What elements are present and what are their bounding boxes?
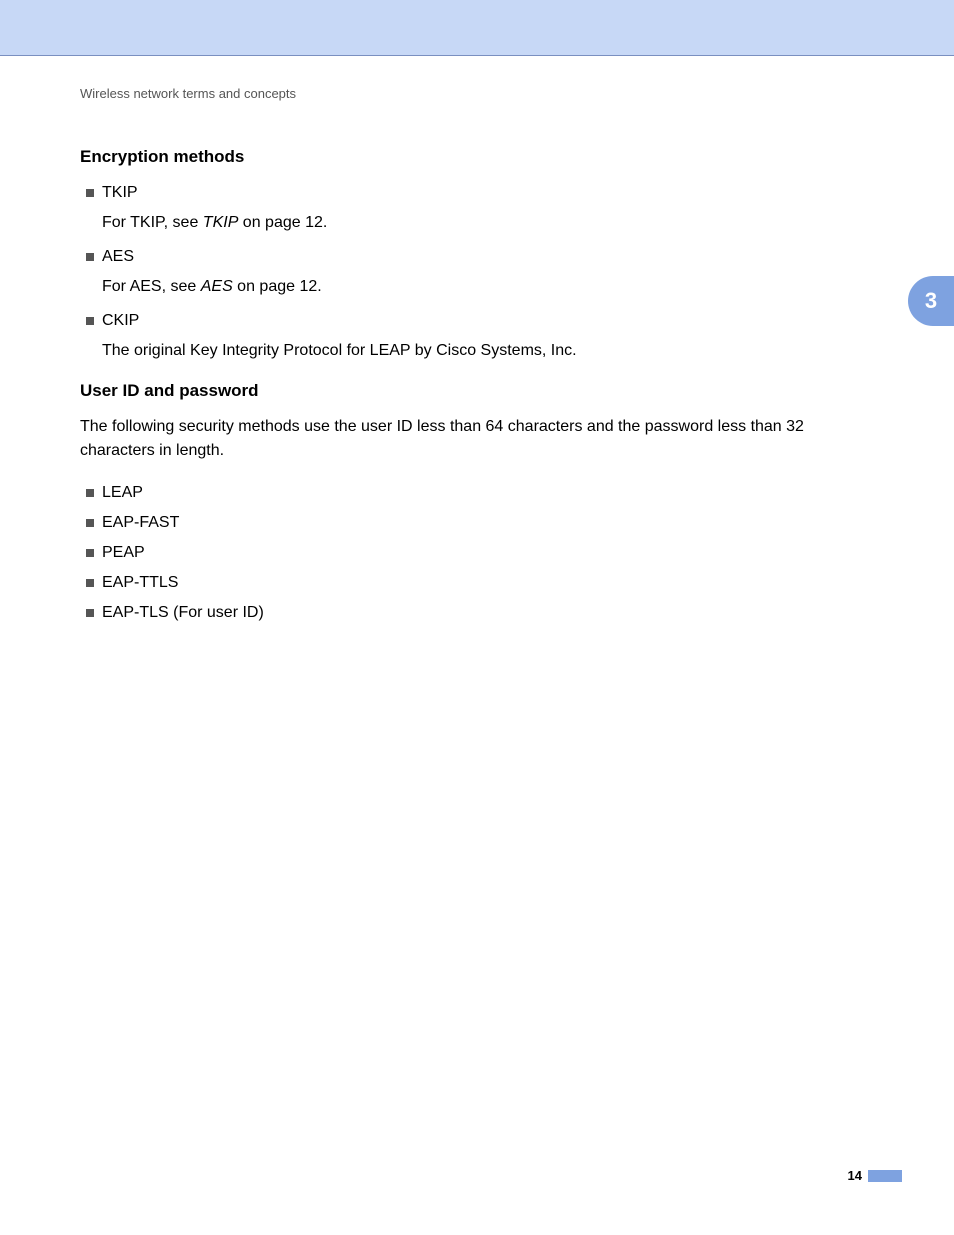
page-body: Wireless network terms and concepts Encr… — [0, 56, 954, 625]
bullet-icon — [86, 549, 94, 557]
item-peap: PEAP — [102, 541, 874, 565]
item-eapttls: EAP-TTLS — [102, 571, 874, 595]
bullet-icon — [86, 489, 94, 497]
item-aes-desc: For AES, see AES on page 12. — [102, 275, 874, 299]
bullet-icon — [86, 253, 94, 261]
item-ckip-desc: The original Key Integrity Protocol for … — [102, 339, 874, 363]
footer-accent-icon — [868, 1170, 902, 1182]
text: on page 12. — [233, 278, 322, 295]
text: For AES, see — [102, 278, 201, 295]
list-item: PEAP — [80, 541, 874, 565]
list-item: CKIP The original Key Integrity Protocol… — [80, 309, 874, 363]
list-item: EAP-TLS (For user ID) — [80, 601, 874, 625]
item-eaptls: EAP-TLS (For user ID) — [102, 601, 874, 625]
userid-intro: The following security methods use the u… — [80, 415, 874, 463]
list-item: AES For AES, see AES on page 12. — [80, 245, 874, 299]
bullet-icon — [86, 609, 94, 617]
link-aes[interactable]: AES — [201, 278, 233, 295]
item-leap: LEAP — [102, 481, 874, 505]
item-ckip: CKIP — [102, 309, 874, 333]
running-header: Wireless network terms and concepts — [80, 86, 874, 101]
footer: 14 — [848, 1168, 902, 1183]
item-tkip: TKIP — [102, 181, 874, 205]
heading-userid-password: User ID and password — [80, 381, 874, 401]
page-number: 14 — [848, 1168, 862, 1183]
text: on page 12. — [238, 214, 327, 231]
item-tkip-desc: For TKIP, see TKIP on page 12. — [102, 211, 874, 235]
item-aes: AES — [102, 245, 874, 269]
text: For TKIP, see — [102, 214, 203, 231]
list-item: EAP-TTLS — [80, 571, 874, 595]
bullet-icon — [86, 189, 94, 197]
list-item: LEAP — [80, 481, 874, 505]
list-item: TKIP For TKIP, see TKIP on page 12. — [80, 181, 874, 235]
bullet-icon — [86, 579, 94, 587]
header-band — [0, 0, 954, 56]
link-tkip[interactable]: TKIP — [203, 214, 239, 231]
heading-encryption-methods: Encryption methods — [80, 147, 874, 167]
bullet-icon — [86, 519, 94, 527]
list-item: EAP-FAST — [80, 511, 874, 535]
item-eapfast: EAP-FAST — [102, 511, 874, 535]
bullet-icon — [86, 317, 94, 325]
